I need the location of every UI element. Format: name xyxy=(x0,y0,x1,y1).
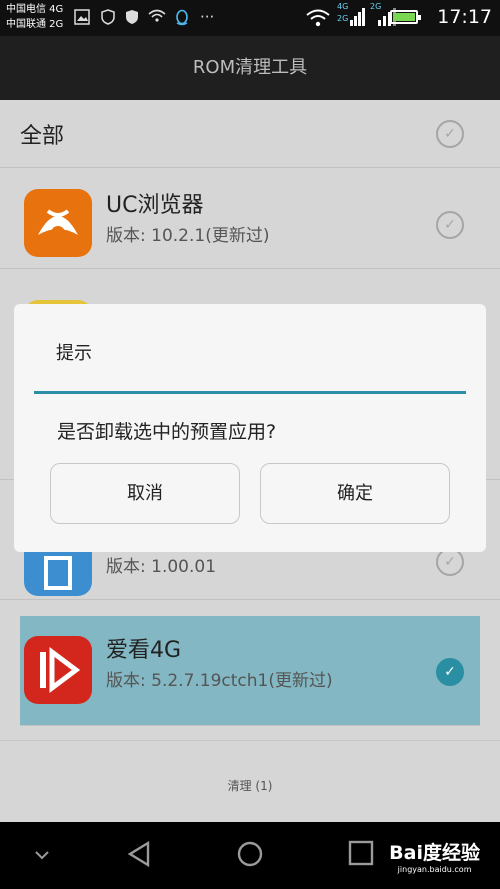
network-type-4g: 4G xyxy=(337,2,349,11)
cancel-button[interactable]: 取消 xyxy=(50,463,240,524)
network-type-2g: 2G xyxy=(337,14,349,23)
carrier-info: 中国电信 4G 中国联通 2G xyxy=(6,2,63,32)
dialog-divider xyxy=(34,391,466,394)
confirm-button[interactable]: 确定 xyxy=(260,463,450,524)
dialog-title: 提示 xyxy=(56,343,92,364)
clock: 17:17 xyxy=(437,6,492,28)
battery-icon xyxy=(390,10,421,24)
uc-browser-icon xyxy=(24,189,92,257)
app-version: 版本: 5.2.7.19ctch1(更新过) xyxy=(106,671,333,691)
app-checkbox-checked[interactable]: ✓ xyxy=(436,658,464,686)
home-icon[interactable] xyxy=(236,840,264,872)
shield-icon xyxy=(124,9,140,30)
watermark-brand: Bai度经验 xyxy=(389,842,480,864)
page-title: ROM清理工具 xyxy=(192,57,308,78)
list-item[interactable]: UC浏览器 版本: 10.2.1(更新过) ✓ xyxy=(0,169,500,269)
back-icon[interactable] xyxy=(126,840,152,872)
qq-icon xyxy=(174,9,190,32)
status-bar: 中国电信 4G 中国联通 2G ··· 4G 2G 2G 17:17 xyxy=(0,0,500,36)
chevron-down-icon[interactable] xyxy=(34,846,50,865)
app-version: 版本: 1.00.01 xyxy=(106,557,217,577)
clean-button-label: 清理 (1) xyxy=(227,779,273,793)
dialog-message: 是否卸载选中的预置应用? xyxy=(57,421,277,443)
carrier-2: 中国联通 2G xyxy=(6,19,64,30)
recents-icon[interactable] xyxy=(348,840,374,870)
wifi-small-icon xyxy=(148,9,166,28)
more-notifications-icon: ··· xyxy=(200,8,215,26)
security-icon xyxy=(100,9,116,30)
uninstall-confirm-dialog: 提示 是否卸载选中的预置应用? 取消 确定 xyxy=(14,304,486,552)
select-all-checkbox[interactable]: ✓ xyxy=(436,120,464,148)
app-checkbox[interactable]: ✓ xyxy=(436,548,464,576)
app-version: 版本: 10.2.1(更新过) xyxy=(106,226,270,246)
carrier-1: 中国电信 4G xyxy=(6,4,64,15)
watermark-url: jingyan.baidu.com xyxy=(397,865,472,874)
gallery-icon xyxy=(74,9,90,30)
clean-button[interactable]: 清理 (1) xyxy=(0,740,500,822)
app-checkbox[interactable]: ✓ xyxy=(436,211,464,239)
list-item-selected[interactable]: 爱看4G 版本: 5.2.7.19ctch1(更新过) ✓ xyxy=(20,616,480,726)
app-name: UC浏览器 xyxy=(106,193,204,218)
wifi-icon xyxy=(306,9,330,32)
aikan-icon xyxy=(24,636,92,704)
app-bar: ROM清理工具 xyxy=(0,36,500,100)
baidu-jingyan-watermark: Bai度经验 jingyan.baidu.com xyxy=(389,838,480,874)
app-name: 爱看4G xyxy=(106,638,182,663)
signal-1-icon xyxy=(350,6,366,31)
select-all-row[interactable]: 全部 ✓ xyxy=(0,100,500,168)
select-all-label: 全部 xyxy=(20,124,65,149)
